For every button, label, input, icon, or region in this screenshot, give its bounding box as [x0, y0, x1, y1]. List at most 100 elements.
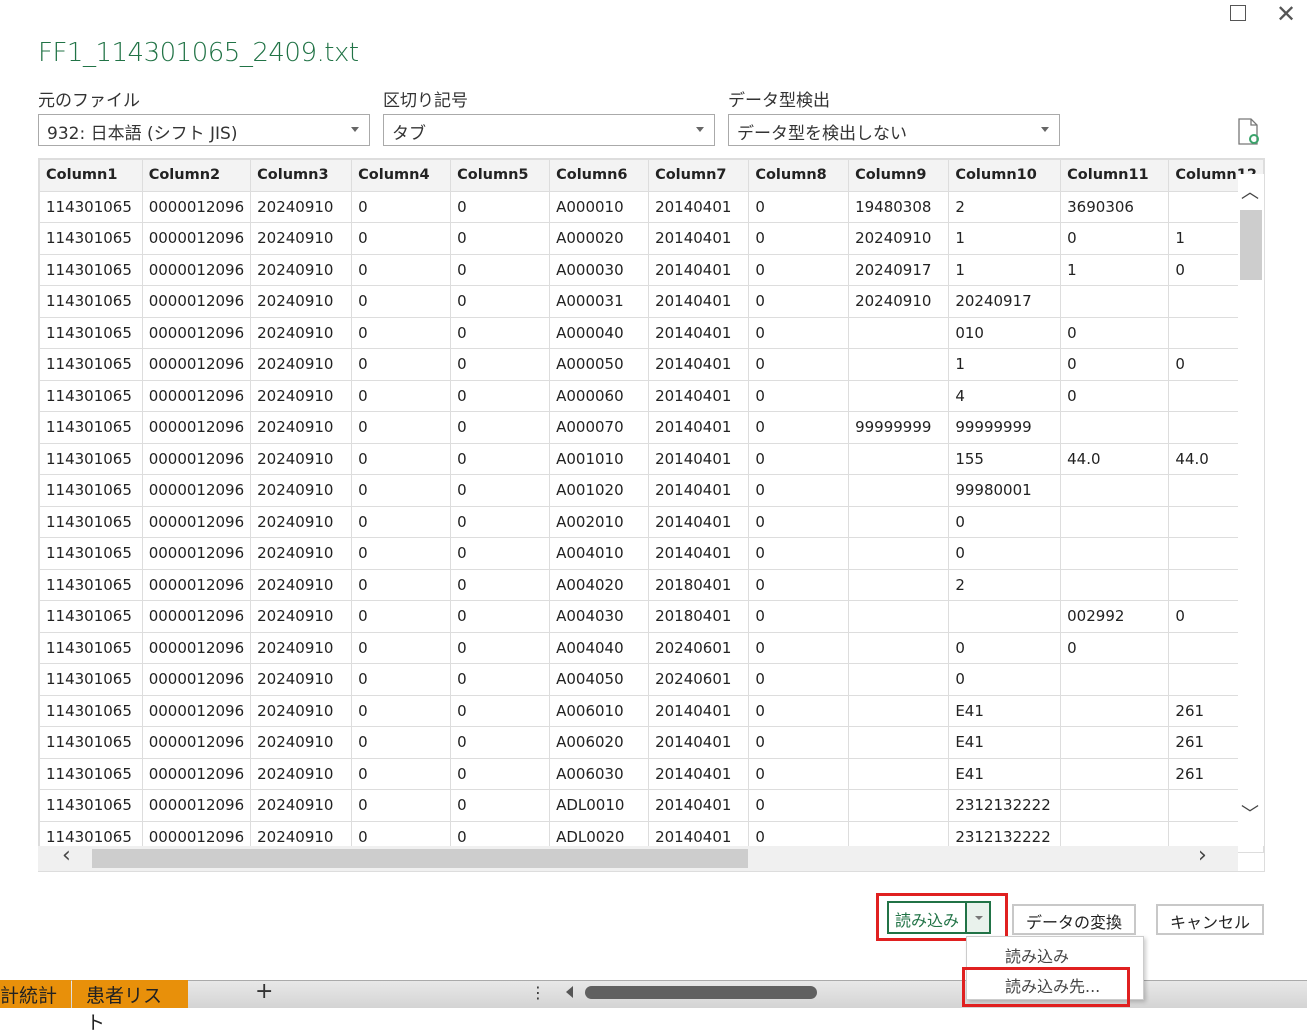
table-cell: 0 — [748, 789, 850, 822]
table-cell: 0 — [450, 285, 551, 318]
scroll-left-icon[interactable]: ‹ — [62, 843, 71, 868]
sheet-tab[interactable]: 計統計 — [0, 980, 72, 1008]
column-header[interactable]: Column7 — [648, 159, 750, 192]
table-cell: 0 — [948, 631, 1062, 664]
table-cell: 0 — [450, 537, 551, 570]
table-row: 114301065 0000012096 20240910 0 0 ADL0010 2014… — [39, 789, 1264, 822]
table-cell: 20140401 — [648, 411, 750, 444]
table-cell — [1060, 411, 1170, 444]
column-header[interactable]: Column5 — [450, 159, 551, 192]
sheet-scroll-left-icon[interactable] — [566, 986, 573, 998]
table-cell — [848, 537, 950, 570]
table-cell: 0000012096 — [141, 694, 252, 727]
table-cell — [1060, 694, 1170, 727]
table-cell: 114301065 — [39, 348, 143, 381]
maximize-button[interactable] — [1230, 5, 1246, 21]
table-cell: 114301065 — [39, 190, 143, 223]
highlight-box — [962, 967, 1130, 1007]
load-dropdown-toggle[interactable] — [965, 903, 990, 932]
table-cell: 99999999 — [948, 411, 1062, 444]
table-cell — [1060, 505, 1170, 538]
table-cell — [1060, 726, 1170, 759]
table-cell: 114301065 — [39, 285, 143, 318]
table-cell: 1 — [948, 222, 1062, 255]
horizontal-scroll-thumb[interactable] — [92, 849, 748, 868]
table-cell: 0 — [351, 442, 452, 475]
scroll-right-icon[interactable]: › — [1198, 843, 1207, 868]
table-cell: 0 — [351, 285, 452, 318]
scroll-up-icon[interactable]: ︿ — [1241, 178, 1259, 204]
table-cell: 114301065 — [39, 316, 143, 349]
table-cell: 20240910 — [250, 253, 353, 286]
table-cell — [848, 348, 950, 381]
table-cell: 0 — [450, 411, 551, 444]
column-header[interactable]: Column2 — [141, 159, 252, 192]
column-header[interactable]: Column1 — [39, 159, 143, 192]
sheet-tab-active[interactable]: 患者リスト — [72, 980, 188, 1034]
table-cell: A004010 — [549, 537, 650, 570]
table-cell — [1060, 474, 1170, 507]
load-button[interactable]: 読み込み — [889, 903, 965, 932]
column-header[interactable]: Column8 — [748, 159, 850, 192]
table-cell: 0 — [351, 757, 452, 790]
scroll-down-icon[interactable]: ﹀ — [1241, 800, 1259, 826]
table-cell: A000050 — [549, 348, 650, 381]
table-cell: A006010 — [549, 694, 650, 727]
column-header[interactable]: Column3 — [250, 159, 353, 192]
table-cell: 0 — [351, 316, 452, 349]
table-cell: 0 — [351, 631, 452, 664]
table-cell: 0 — [351, 190, 452, 223]
refresh-file-icon[interactable] — [1237, 118, 1261, 150]
table-cell: 20240910 — [250, 537, 353, 570]
column-header[interactable]: Column6 — [549, 159, 650, 192]
table-cell: 0000012096 — [141, 316, 252, 349]
table-cell: 20180401 — [648, 568, 750, 601]
cancel-button[interactable]: キャンセル — [1156, 904, 1265, 935]
table-cell: 0 — [748, 537, 850, 570]
add-sheet-button[interactable]: + — [255, 979, 273, 1004]
menu-item-load[interactable]: 読み込み — [1005, 943, 1069, 967]
table-cell: 20240910 — [250, 316, 353, 349]
table-cell: 0 — [450, 190, 551, 223]
table-cell: 1 — [948, 253, 1062, 286]
transform-data-button[interactable]: データの変換 — [1012, 904, 1137, 935]
file-origin-select[interactable]: 932: 日本語 (シフト JIS) — [38, 114, 370, 146]
column-header[interactable]: Column4 — [351, 159, 452, 192]
table-cell — [848, 757, 950, 790]
close-button[interactable]: ✕ — [1276, 0, 1296, 28]
table-cell: 0 — [351, 600, 452, 633]
type-detection-value: データ型を検出しない — [737, 124, 907, 144]
table-cell: 20240910 — [250, 663, 353, 696]
table-cell: 0000012096 — [141, 285, 252, 318]
table-cell: 010 — [948, 316, 1062, 349]
table-cell: A004040 — [549, 631, 650, 664]
table-cell: 20240910 — [250, 568, 353, 601]
table-cell: 20240601 — [648, 631, 750, 664]
table-cell — [848, 631, 950, 664]
table-cell: A000040 — [549, 316, 650, 349]
table-cell — [1060, 285, 1170, 318]
more-options-icon[interactable]: ⋮ — [530, 983, 546, 1002]
table-cell: A000010 — [549, 190, 650, 223]
table-row: 114301065 0000012096 20240910 0 0 A006010 2014… — [39, 694, 1264, 727]
table-cell: 20140401 — [648, 505, 750, 538]
table-row: 114301065 0000012096 20240910 0 0 A004020 2018… — [39, 568, 1264, 601]
type-detection-select[interactable]: データ型を検出しない — [728, 114, 1060, 146]
table-cell — [848, 789, 950, 822]
dialog-title: FF1_114301065_2409.txt — [38, 38, 359, 68]
column-header[interactable]: Column10 — [948, 159, 1062, 192]
table-cell: 0 — [748, 600, 850, 633]
vertical-scroll-thumb[interactable] — [1240, 210, 1262, 280]
column-header[interactable]: Column9 — [848, 159, 950, 192]
table-row: 114301065 0000012096 20240910 0 0 A000070 2014… — [39, 411, 1264, 444]
delimiter-select[interactable]: タブ — [383, 114, 715, 146]
table-row: 114301065 0000012096 20240910 0 0 A004040 2024… — [39, 631, 1264, 664]
load-split-button[interactable]: 読み込み — [887, 901, 992, 934]
table-cell: 1 — [1060, 253, 1170, 286]
sheet-scroll-thumb[interactable] — [585, 986, 817, 999]
preview-table: Column1 Column2 Column3 Column4 Column5 Colum… — [39, 159, 1264, 853]
table-cell: 0 — [450, 726, 551, 759]
table-cell: A001010 — [549, 442, 650, 475]
table-cell: 0000012096 — [141, 537, 252, 570]
column-header[interactable]: Column11 — [1060, 159, 1170, 192]
